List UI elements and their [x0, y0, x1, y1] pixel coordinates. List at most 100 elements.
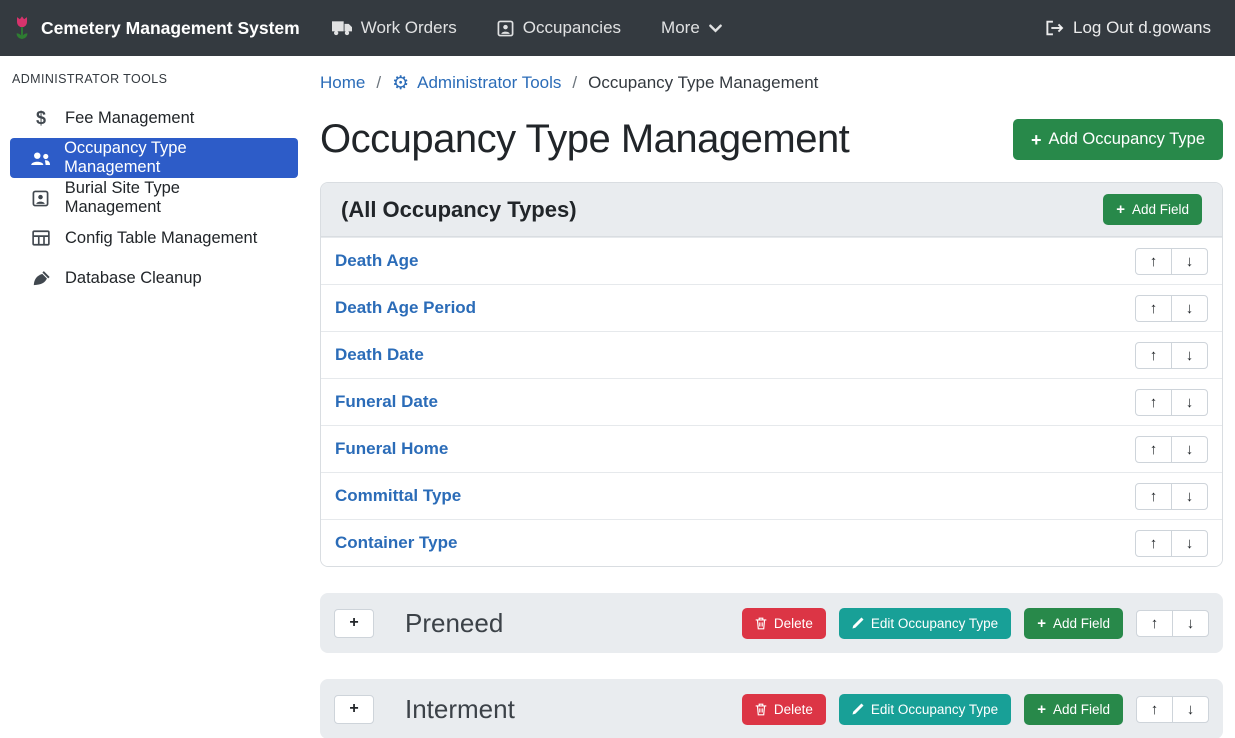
logout-icon	[1045, 20, 1064, 36]
breadcrumb-current: Occupancy Type Management	[588, 73, 818, 93]
move-down-button[interactable]: ↓	[1171, 483, 1208, 510]
all-occupancy-types-card: (All Occupancy Types) + Add Field Death …	[320, 182, 1223, 567]
card-title: (All Occupancy Types)	[341, 197, 577, 223]
nav-occupancies-label: Occupancies	[523, 18, 621, 38]
nav-occupancies[interactable]: Occupancies	[497, 18, 621, 38]
move-up-button[interactable]: ↑	[1136, 696, 1173, 723]
breadcrumb: Home / ⚙ Administrator Tools / Occupancy…	[320, 73, 1223, 93]
edit-occupancy-type-label: Edit Occupancy Type	[871, 616, 998, 631]
move-down-button[interactable]: ↓	[1171, 295, 1208, 322]
reorder-buttons: ↑ ↓	[1135, 436, 1208, 463]
field-row: Container Type ↑ ↓	[321, 519, 1222, 566]
field-link[interactable]: Container Type	[335, 533, 457, 553]
move-down-button[interactable]: ↓	[1172, 610, 1209, 637]
move-up-button[interactable]: ↑	[1135, 530, 1172, 557]
move-up-button[interactable]: ↑	[1135, 483, 1172, 510]
move-down-button[interactable]: ↓	[1171, 389, 1208, 416]
truck-icon	[332, 20, 352, 36]
add-field-button[interactable]: + Add Field	[1024, 694, 1123, 725]
add-occupancy-type-button[interactable]: + Add Occupancy Type	[1013, 119, 1223, 160]
table-icon	[30, 230, 52, 246]
plus-icon: +	[1031, 131, 1042, 149]
breadcrumb-admin-tools-link[interactable]: ⚙ Administrator Tools	[392, 73, 561, 93]
expand-button[interactable]: +	[334, 609, 374, 638]
edit-occupancy-type-button[interactable]: Edit Occupancy Type	[839, 608, 1011, 639]
sidebar-item-burial-site-type-management[interactable]: Burial Site Type Management	[10, 178, 298, 218]
field-link[interactable]: Death Age Period	[335, 298, 476, 318]
field-link[interactable]: Funeral Date	[335, 392, 438, 412]
reorder-buttons: ↑ ↓	[1135, 295, 1208, 322]
section-preneed: + Preneed Delete Edit Occupancy Type	[320, 593, 1223, 653]
reorder-buttons: ↑ ↓	[1135, 483, 1208, 510]
field-link[interactable]: Committal Type	[335, 486, 461, 506]
move-up-button[interactable]: ↑	[1135, 436, 1172, 463]
nav-more-label: More	[661, 18, 700, 38]
delete-button[interactable]: Delete	[742, 608, 826, 639]
move-up-button[interactable]: ↑	[1135, 342, 1172, 369]
pencil-icon	[852, 617, 864, 629]
sidebar-item-database-cleanup[interactable]: Database Cleanup	[10, 258, 298, 298]
move-down-button[interactable]: ↓	[1171, 248, 1208, 275]
field-row: Death Age ↑ ↓	[321, 237, 1222, 284]
field-link[interactable]: Death Date	[335, 345, 424, 365]
field-row: Funeral Home ↑ ↓	[321, 425, 1222, 472]
expand-button[interactable]: +	[334, 695, 374, 724]
add-field-button[interactable]: + Add Field	[1103, 194, 1202, 225]
field-link[interactable]: Funeral Home	[335, 439, 448, 459]
section-title: Interment	[405, 694, 515, 725]
reorder-buttons: ↑ ↓	[1135, 342, 1208, 369]
move-down-button[interactable]: ↓	[1171, 436, 1208, 463]
chevron-down-icon	[709, 24, 722, 33]
gear-icon: ⚙	[392, 74, 409, 93]
main-content: Home / ⚙ Administrator Tools / Occupancy…	[308, 56, 1235, 738]
top-navbar: Cemetery Management System Work Orders O…	[0, 0, 1235, 56]
move-up-button[interactable]: ↑	[1135, 248, 1172, 275]
title-row: Occupancy Type Management + Add Occupanc…	[320, 117, 1223, 162]
reorder-buttons: ↑ ↓	[1136, 610, 1209, 637]
move-down-button[interactable]: ↓	[1172, 696, 1209, 723]
field-link[interactable]: Death Age	[335, 251, 418, 271]
add-field-label: Add Field	[1132, 202, 1189, 217]
add-field-label: Add Field	[1053, 702, 1110, 717]
field-row: Committal Type ↑ ↓	[321, 472, 1222, 519]
plus-icon: +	[1116, 202, 1125, 217]
nav-work-orders[interactable]: Work Orders	[332, 18, 457, 38]
sidebar-item-fee-management[interactable]: $ Fee Management	[10, 98, 298, 138]
delete-button[interactable]: Delete	[742, 694, 826, 725]
sidebar-item-label: Occupancy Type Management	[64, 139, 278, 177]
move-up-button[interactable]: ↑	[1136, 610, 1173, 637]
sidebar-item-label: Burial Site Type Management	[65, 179, 278, 217]
dollar-icon: $	[30, 108, 52, 129]
portrait-icon	[497, 20, 514, 37]
move-up-button[interactable]: ↑	[1135, 295, 1172, 322]
section-actions: Delete Edit Occupancy Type + Add Field ↑…	[742, 608, 1209, 639]
breadcrumb-home-link[interactable]: Home	[320, 73, 365, 93]
nav-more[interactable]: More	[661, 18, 722, 38]
logout-button[interactable]: Log Out d.gowans	[1045, 18, 1211, 38]
pencil-icon	[852, 703, 864, 715]
move-down-button[interactable]: ↓	[1171, 530, 1208, 557]
field-row: Death Age Period ↑ ↓	[321, 284, 1222, 331]
trash-icon	[755, 703, 767, 716]
add-field-button[interactable]: + Add Field	[1024, 608, 1123, 639]
sidebar-item-occupancy-type-management[interactable]: Occupancy Type Management	[10, 138, 298, 178]
sidebar: ADMINISTRATOR TOOLS $ Fee Management Occ…	[0, 56, 308, 738]
delete-label: Delete	[774, 702, 813, 717]
sidebar-item-config-table-management[interactable]: Config Table Management	[10, 218, 298, 258]
breadcrumb-separator: /	[572, 73, 577, 93]
app-brand[interactable]: Cemetery Management System	[12, 14, 300, 42]
broom-icon	[30, 270, 52, 287]
users-icon	[30, 151, 51, 166]
sidebar-item-label: Config Table Management	[65, 229, 257, 248]
trash-icon	[755, 617, 767, 630]
move-up-button[interactable]: ↑	[1135, 389, 1172, 416]
app-title: Cemetery Management System	[41, 18, 300, 39]
edit-occupancy-type-button[interactable]: Edit Occupancy Type	[839, 694, 1011, 725]
breadcrumb-separator: /	[376, 73, 381, 93]
logout-label: Log Out d.gowans	[1073, 18, 1211, 38]
section-title: Preneed	[405, 608, 503, 639]
tulip-logo-icon	[12, 14, 32, 42]
move-down-button[interactable]: ↓	[1171, 342, 1208, 369]
reorder-buttons: ↑ ↓	[1135, 530, 1208, 557]
plus-icon: +	[1037, 616, 1046, 631]
